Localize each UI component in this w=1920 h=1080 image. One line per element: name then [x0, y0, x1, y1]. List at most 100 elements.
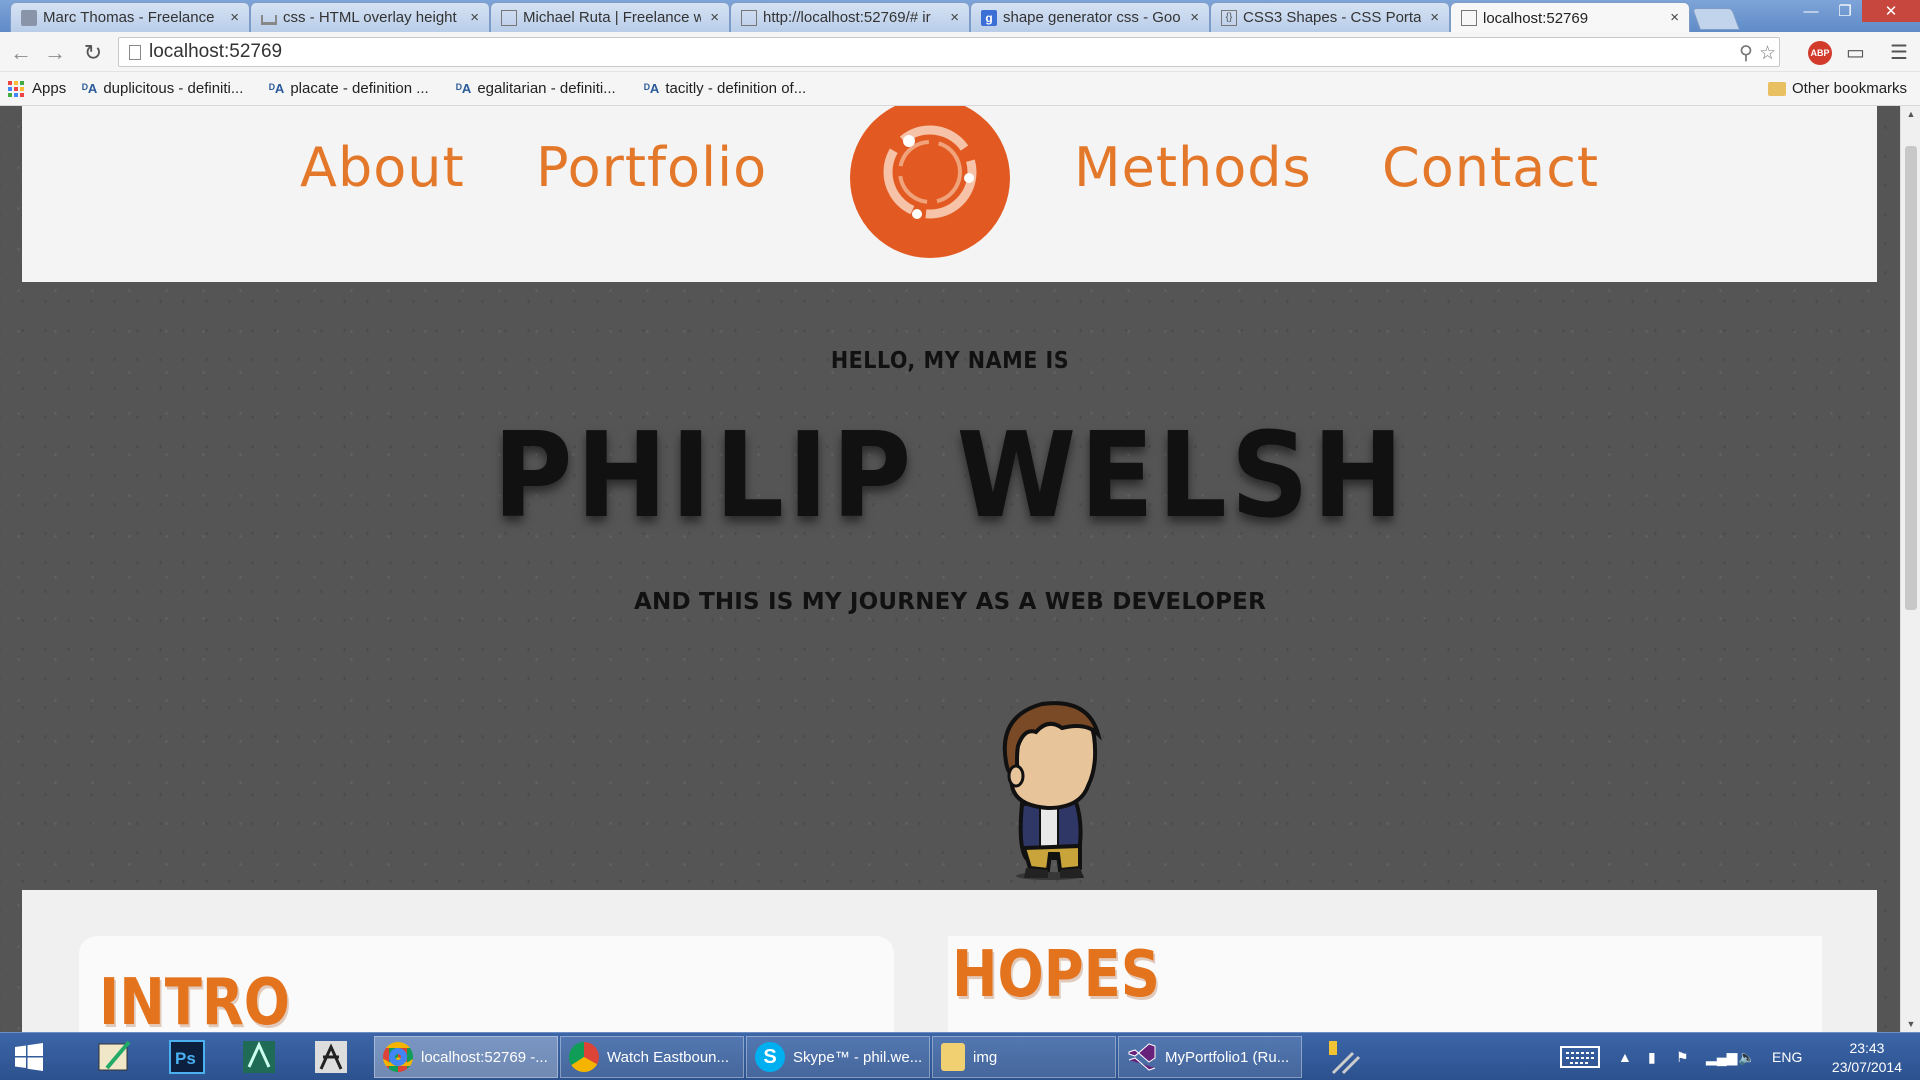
- task-label: MyPortfolio1 (Ru...: [1165, 1048, 1290, 1066]
- minimize-icon[interactable]: —: [1794, 0, 1828, 22]
- site-icon: [21, 9, 37, 26]
- page-viewport: About Portfolio Methods Contact HELLO, M…: [0, 106, 1920, 1032]
- device-icon[interactable]: ▮: [1648, 1033, 1656, 1080]
- bookmark-item[interactable]: ᴰA duplicitous - definiti...: [82, 80, 243, 97]
- intro-title: INTRO: [99, 966, 291, 1032]
- tab-label: Michael Ruta | Freelance w: [523, 9, 701, 26]
- tab-close-icon[interactable]: ×: [470, 9, 479, 26]
- scroll-down-icon[interactable]: ▼: [1901, 1016, 1920, 1032]
- task-skype[interactable]: S Skype™ - phil.we...: [746, 1036, 930, 1078]
- page-icon: [1461, 10, 1477, 26]
- bookmark-label: tacitly - definition of...: [665, 80, 807, 97]
- tab-close-icon[interactable]: ×: [230, 9, 239, 26]
- apps-grid-icon: [8, 80, 24, 97]
- intro-card: INTRO: [79, 936, 894, 1032]
- show-hidden-icons[interactable]: ▲: [1618, 1033, 1632, 1080]
- tab-label: localhost:52769: [1483, 9, 1589, 27]
- tab-1[interactable]: Marc Thomas - Freelance ×: [10, 2, 250, 32]
- clock-date: 23/07/2014: [1831, 1059, 1902, 1075]
- stackoverflow-icon: [261, 14, 277, 25]
- star-icon[interactable]: ☆: [1759, 42, 1776, 65]
- menu-icon[interactable]: ☰: [1890, 40, 1908, 65]
- bookmark-label: duplicitous - definiti...: [103, 80, 244, 97]
- other-bookmarks[interactable]: Other bookmarks: [1768, 80, 1907, 97]
- bookmark-apps[interactable]: Apps: [8, 80, 66, 97]
- scroll-up-icon[interactable]: ▲: [1901, 106, 1920, 122]
- tab-label: http://localhost:52769/# ir: [763, 9, 931, 26]
- task-label: Skype™ - phil.we...: [793, 1048, 923, 1066]
- page-background: About Portfolio Methods Contact HELLO, M…: [0, 106, 1900, 1032]
- new-tab-button[interactable]: [1691, 8, 1741, 30]
- dictionary-icon: ᴰA: [456, 81, 472, 96]
- tab-close-icon[interactable]: ×: [710, 9, 719, 26]
- photoshop-icon[interactable]: Ps: [160, 1037, 214, 1077]
- dictionary-icon: ᴰA: [82, 81, 98, 96]
- hero-subtitle: AND THIS IS MY JOURNEY AS A WEB DEVELOPE…: [634, 589, 1266, 615]
- hopes-card: HOPES: [948, 936, 1822, 1032]
- tab-label: CSS3 Shapes - CSS Portal: [1243, 9, 1421, 26]
- hopes-title: HOPES: [952, 938, 1160, 1012]
- zbrush-icon[interactable]: [304, 1037, 358, 1077]
- nav-methods[interactable]: Methods: [1074, 136, 1312, 199]
- tab-label: Marc Thomas - Freelance: [43, 9, 215, 26]
- adblock-icon[interactable]: ABP: [1808, 41, 1832, 65]
- tab-3[interactable]: Michael Ruta | Freelance w ×: [490, 2, 730, 32]
- task-chrome-localhost[interactable]: localhost:52769 -...: [374, 1036, 558, 1078]
- tab-5[interactable]: g shape generator css - Goo ×: [970, 2, 1210, 32]
- nav-about[interactable]: About: [300, 136, 465, 199]
- windows-start-icon[interactable]: [2, 1037, 56, 1077]
- tools-icon[interactable]: [1316, 1037, 1370, 1077]
- cast-icon[interactable]: ▭: [1846, 40, 1865, 65]
- task-label: localhost:52769 -...: [421, 1048, 548, 1066]
- address-bar[interactable]: ⚲ ☆: [118, 37, 1780, 67]
- scroll-thumb[interactable]: [1905, 146, 1917, 610]
- keyboard-icon[interactable]: [1560, 1033, 1600, 1080]
- logo-icon[interactable]: [849, 106, 1011, 260]
- tab-4[interactable]: http://localhost:52769/# ir ×: [730, 2, 970, 32]
- flag-icon[interactable]: ⚑: [1676, 1033, 1689, 1080]
- tab-2[interactable]: css - HTML overlay height ×: [250, 2, 490, 32]
- tab-close-icon[interactable]: ×: [1670, 9, 1679, 26]
- bookmark-item[interactable]: ᴰA tacitly - definition of...: [644, 80, 806, 97]
- tab-close-icon[interactable]: ×: [1430, 9, 1439, 26]
- tab-close-icon[interactable]: ×: [1190, 9, 1199, 26]
- dictionary-icon: ᴰA: [644, 81, 660, 96]
- task-chrome-watch[interactable]: Watch Eastboun...: [560, 1036, 744, 1078]
- close-window-icon[interactable]: ✕: [1862, 0, 1920, 22]
- task-folder-img[interactable]: img: [932, 1036, 1116, 1078]
- sketchbook-icon[interactable]: [88, 1037, 142, 1077]
- tab-label: css - HTML overlay height: [283, 9, 457, 26]
- page-icon: [501, 9, 517, 26]
- task-visual-studio[interactable]: MyPortfolio1 (Ru...: [1118, 1036, 1302, 1078]
- vertical-scrollbar[interactable]: ▲ ▼: [1900, 106, 1920, 1032]
- tab-close-icon[interactable]: ×: [950, 9, 959, 26]
- back-arrow-icon[interactable]: ←: [8, 40, 34, 66]
- language-indicator[interactable]: ENG: [1772, 1033, 1802, 1080]
- bookmark-item[interactable]: ᴰA egalitarian - definiti...: [456, 80, 616, 97]
- task-label: img: [973, 1048, 998, 1066]
- chrome-icon: [383, 1042, 413, 1072]
- clock-time: 23:43: [1849, 1040, 1885, 1056]
- forward-arrow-icon[interactable]: →: [42, 40, 68, 66]
- restore-icon[interactable]: ❐: [1828, 0, 1862, 22]
- reload-icon[interactable]: ↻: [80, 40, 106, 66]
- page-icon: [129, 45, 141, 60]
- page-icon: [741, 9, 757, 26]
- bookmark-label: egalitarian - definiti...: [477, 80, 616, 97]
- network-icon[interactable]: ▂▄▆: [1706, 1033, 1737, 1080]
- url-input[interactable]: [149, 40, 1709, 64]
- tab-strip: Marc Thomas - Freelance × css - HTML ove…: [10, 2, 1741, 33]
- bookmark-item[interactable]: ᴰA placate - definition ...: [269, 80, 429, 97]
- nav-portfolio[interactable]: Portfolio: [536, 136, 767, 199]
- mudbox-icon[interactable]: [232, 1037, 286, 1077]
- search-icon[interactable]: ⚲: [1739, 42, 1753, 65]
- nav-contact[interactable]: Contact: [1382, 136, 1599, 199]
- chrome-icon: [569, 1042, 599, 1072]
- tab-label: shape generator css - Goo: [1003, 9, 1181, 26]
- volume-icon[interactable]: 🔈: [1738, 1033, 1755, 1080]
- tab-6[interactable]: {} CSS3 Shapes - CSS Portal ×: [1210, 2, 1450, 32]
- browser-title-bar: Marc Thomas - Freelance × css - HTML ove…: [0, 0, 1920, 33]
- folder-icon: [1768, 81, 1786, 96]
- clock[interactable]: 23:43 23/07/2014: [1832, 1039, 1902, 1077]
- tab-7-active[interactable]: localhost:52769 ×: [1450, 2, 1690, 33]
